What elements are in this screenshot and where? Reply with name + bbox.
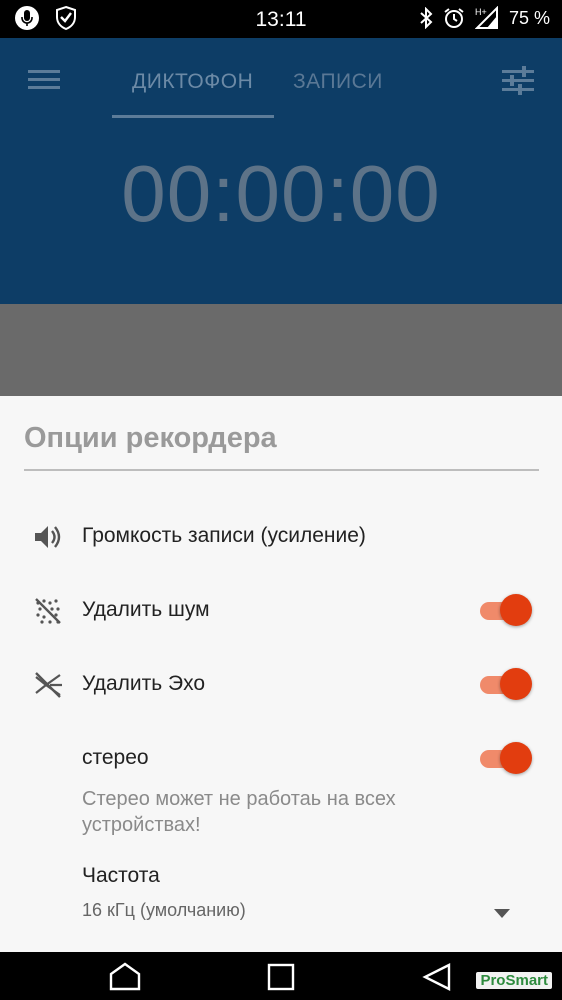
stereo-toggle[interactable] (480, 742, 532, 774)
active-tab-indicator (112, 115, 274, 118)
svg-text:H+: H+ (475, 7, 487, 17)
alarm-icon (443, 7, 465, 29)
echo-off-icon (32, 669, 64, 701)
remove-noise-toggle[interactable] (480, 594, 532, 626)
timer-display: 00:00:00 (121, 149, 441, 238)
frequency-label: Частота (82, 864, 160, 887)
divider (24, 469, 539, 471)
sheet-title: Опции рекордера (24, 422, 277, 454)
stereo-note: Стерео может не работаь на всех устройст… (82, 788, 396, 836)
dropdown-arrow-icon[interactable] (494, 906, 510, 924)
bluetooth-icon (419, 7, 433, 29)
battery-text: 75 % (508, 7, 550, 28)
navigation-bar: ProSmart (0, 952, 562, 1000)
signal-icon: H+ (474, 6, 499, 30)
option-stereo[interactable]: стерео (0, 734, 562, 782)
home-icon[interactable] (108, 962, 142, 997)
option-label: Удалить шум (82, 598, 210, 621)
remove-echo-toggle[interactable] (480, 668, 532, 700)
recents-icon[interactable] (266, 962, 296, 997)
volume-icon (32, 521, 64, 553)
frequency-select[interactable]: 16 кГц (умолчанию) (82, 900, 246, 921)
option-remove-echo[interactable]: Удалить Эхо (0, 660, 562, 708)
dim-overlay[interactable] (0, 304, 562, 396)
option-label: Удалить Эхо (82, 672, 206, 695)
option-recording-volume[interactable]: Громкость записи (усиление) (0, 512, 562, 560)
noise-off-icon (32, 595, 64, 627)
app-header: ДИКТОФОН ЗАПИСИ 00:00:00 (0, 38, 562, 304)
menu-icon[interactable] (28, 68, 60, 97)
recorder-options-sheet: Опции рекордера Громкость записи (усилен… (0, 396, 562, 952)
option-label: Громкость записи (усиление) (82, 524, 366, 547)
equalizer-settings-icon[interactable] (502, 66, 534, 101)
option-remove-noise[interactable]: Удалить шум (0, 586, 562, 634)
option-label: стерео (82, 746, 149, 769)
back-icon[interactable] (421, 962, 453, 997)
status-bar: 13:11 H+ 75 % (0, 0, 562, 38)
tab-records[interactable]: ЗАПИСИ (293, 70, 383, 94)
watermark-logo: ProSmart (476, 972, 552, 989)
tab-recorder[interactable]: ДИКТОФОН (132, 70, 253, 94)
